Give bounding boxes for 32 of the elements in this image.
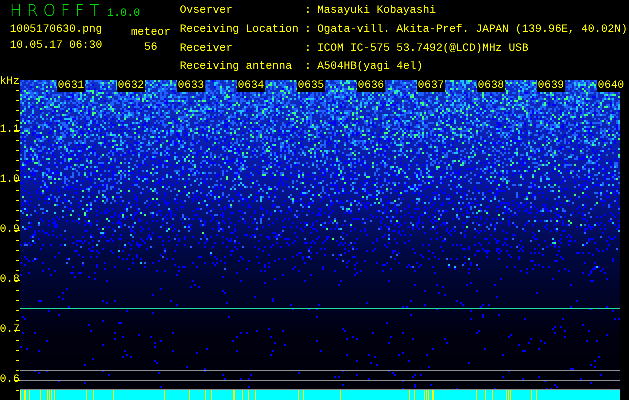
time-label: 0633 <box>177 80 206 92</box>
time-label: 0639 <box>537 80 566 92</box>
info-separator: : <box>304 24 312 38</box>
info-value: Masayuki Kobayashi <box>317 5 438 19</box>
info-separator: : <box>304 61 312 76</box>
time-label: 0635 <box>297 80 326 92</box>
file-name: 1005170630.png <box>10 24 104 36</box>
time-label: 0636 <box>357 80 386 92</box>
time-label: 0634 <box>237 80 266 92</box>
meteor-label: meteor <box>131 27 171 39</box>
info-label: Receiver <box>180 42 234 56</box>
time-label: 0631 <box>57 80 86 92</box>
info-value: ICOM IC-575 53.7492(@LCD)MHz USB <box>317 42 530 56</box>
frequency-label: 0.9 <box>0 224 18 236</box>
info-value: Ogata-vill. Akita-Pref. JAPAN (139.96E, 40.02N) <box>317 24 628 38</box>
date-time: 10.05.17 06:30 <box>10 40 104 52</box>
time-label: 0632 <box>117 80 146 92</box>
info-label: Ovserver <box>180 5 234 19</box>
meteor-count: 56 <box>144 42 158 54</box>
info-value: A504HB(yagi 4el) <box>317 61 424 76</box>
app-title: H R O F F T <box>10 2 100 20</box>
frequency-label: 0.7 <box>0 324 18 336</box>
info-label: Receiving antenna <box>180 61 294 76</box>
version-number: 1.0.0 <box>107 8 140 20</box>
frequency-label: 1.1 <box>0 124 18 136</box>
unit-label: kHz <box>0 76 20 88</box>
time-label: 0637 <box>417 80 446 92</box>
time-label: 0638 <box>477 80 506 92</box>
time-label: 0640 <box>597 80 626 92</box>
info-separator: : <box>304 42 312 56</box>
info-separator: : <box>304 5 312 19</box>
info-label: Receiving Location <box>180 24 299 38</box>
